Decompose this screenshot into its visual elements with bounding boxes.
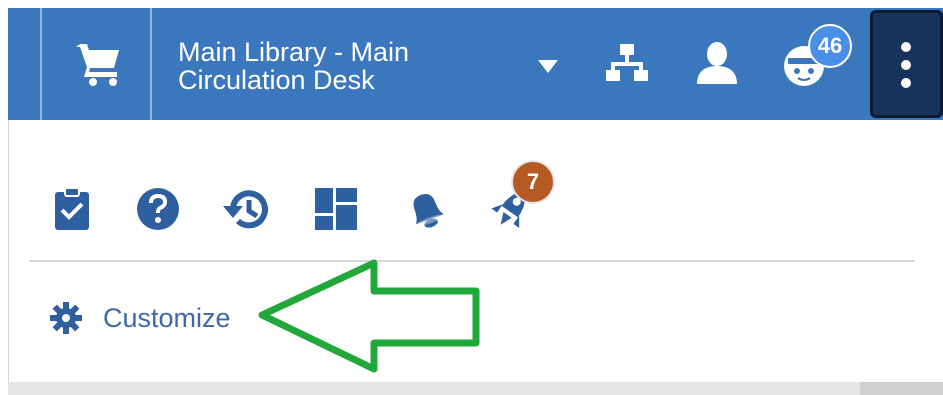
location-label: Main Library - Main Circulation Desk: [178, 37, 410, 95]
shopping-cart-icon: [76, 44, 119, 86]
tasks-button[interactable]: [53, 186, 91, 237]
user-button[interactable]: [694, 40, 740, 91]
page: Main Library - Main Circulation Desk 46 …: [0, 0, 943, 395]
customize-label: Customize: [103, 302, 231, 333]
bell-icon: [413, 193, 446, 228]
user-icon: [697, 42, 737, 84]
whats-new-count-badge: 7: [511, 160, 555, 204]
annotation-arrow: [258, 259, 480, 373]
location-selector[interactable]: Main Library - Main Circulation Desk: [178, 38, 578, 98]
top-bar: Main Library - Main Circulation Desk 46: [8, 8, 943, 120]
bottom-strip-right: [860, 382, 943, 395]
caret-down-icon: [538, 60, 558, 73]
cart-button[interactable]: [76, 38, 128, 90]
alerts-button[interactable]: [401, 184, 451, 239]
history-icon: [223, 190, 268, 229]
customize-link[interactable]: Customize: [49, 298, 231, 338]
help-icon: [137, 188, 179, 230]
bottom-strip: [8, 382, 943, 395]
whats-new-button[interactable]: 7: [485, 160, 555, 241]
notifications-button[interactable]: 46: [778, 24, 852, 95]
help-button[interactable]: [135, 186, 181, 237]
gear-icon: [50, 302, 82, 334]
topbar-divider: [150, 8, 152, 120]
sitemap-icon: [606, 44, 648, 81]
sitemap-button[interactable]: [604, 40, 650, 91]
widgets-button[interactable]: [313, 186, 359, 237]
notifications-count-badge: 46: [808, 24, 852, 68]
vertical-ellipsis-icon: [901, 42, 911, 88]
widgets-icon: [315, 188, 357, 230]
more-options-button[interactable]: [870, 10, 943, 118]
clipboard-check-icon: [55, 187, 89, 230]
topbar-divider: [40, 8, 42, 120]
history-button[interactable]: [221, 184, 273, 239]
